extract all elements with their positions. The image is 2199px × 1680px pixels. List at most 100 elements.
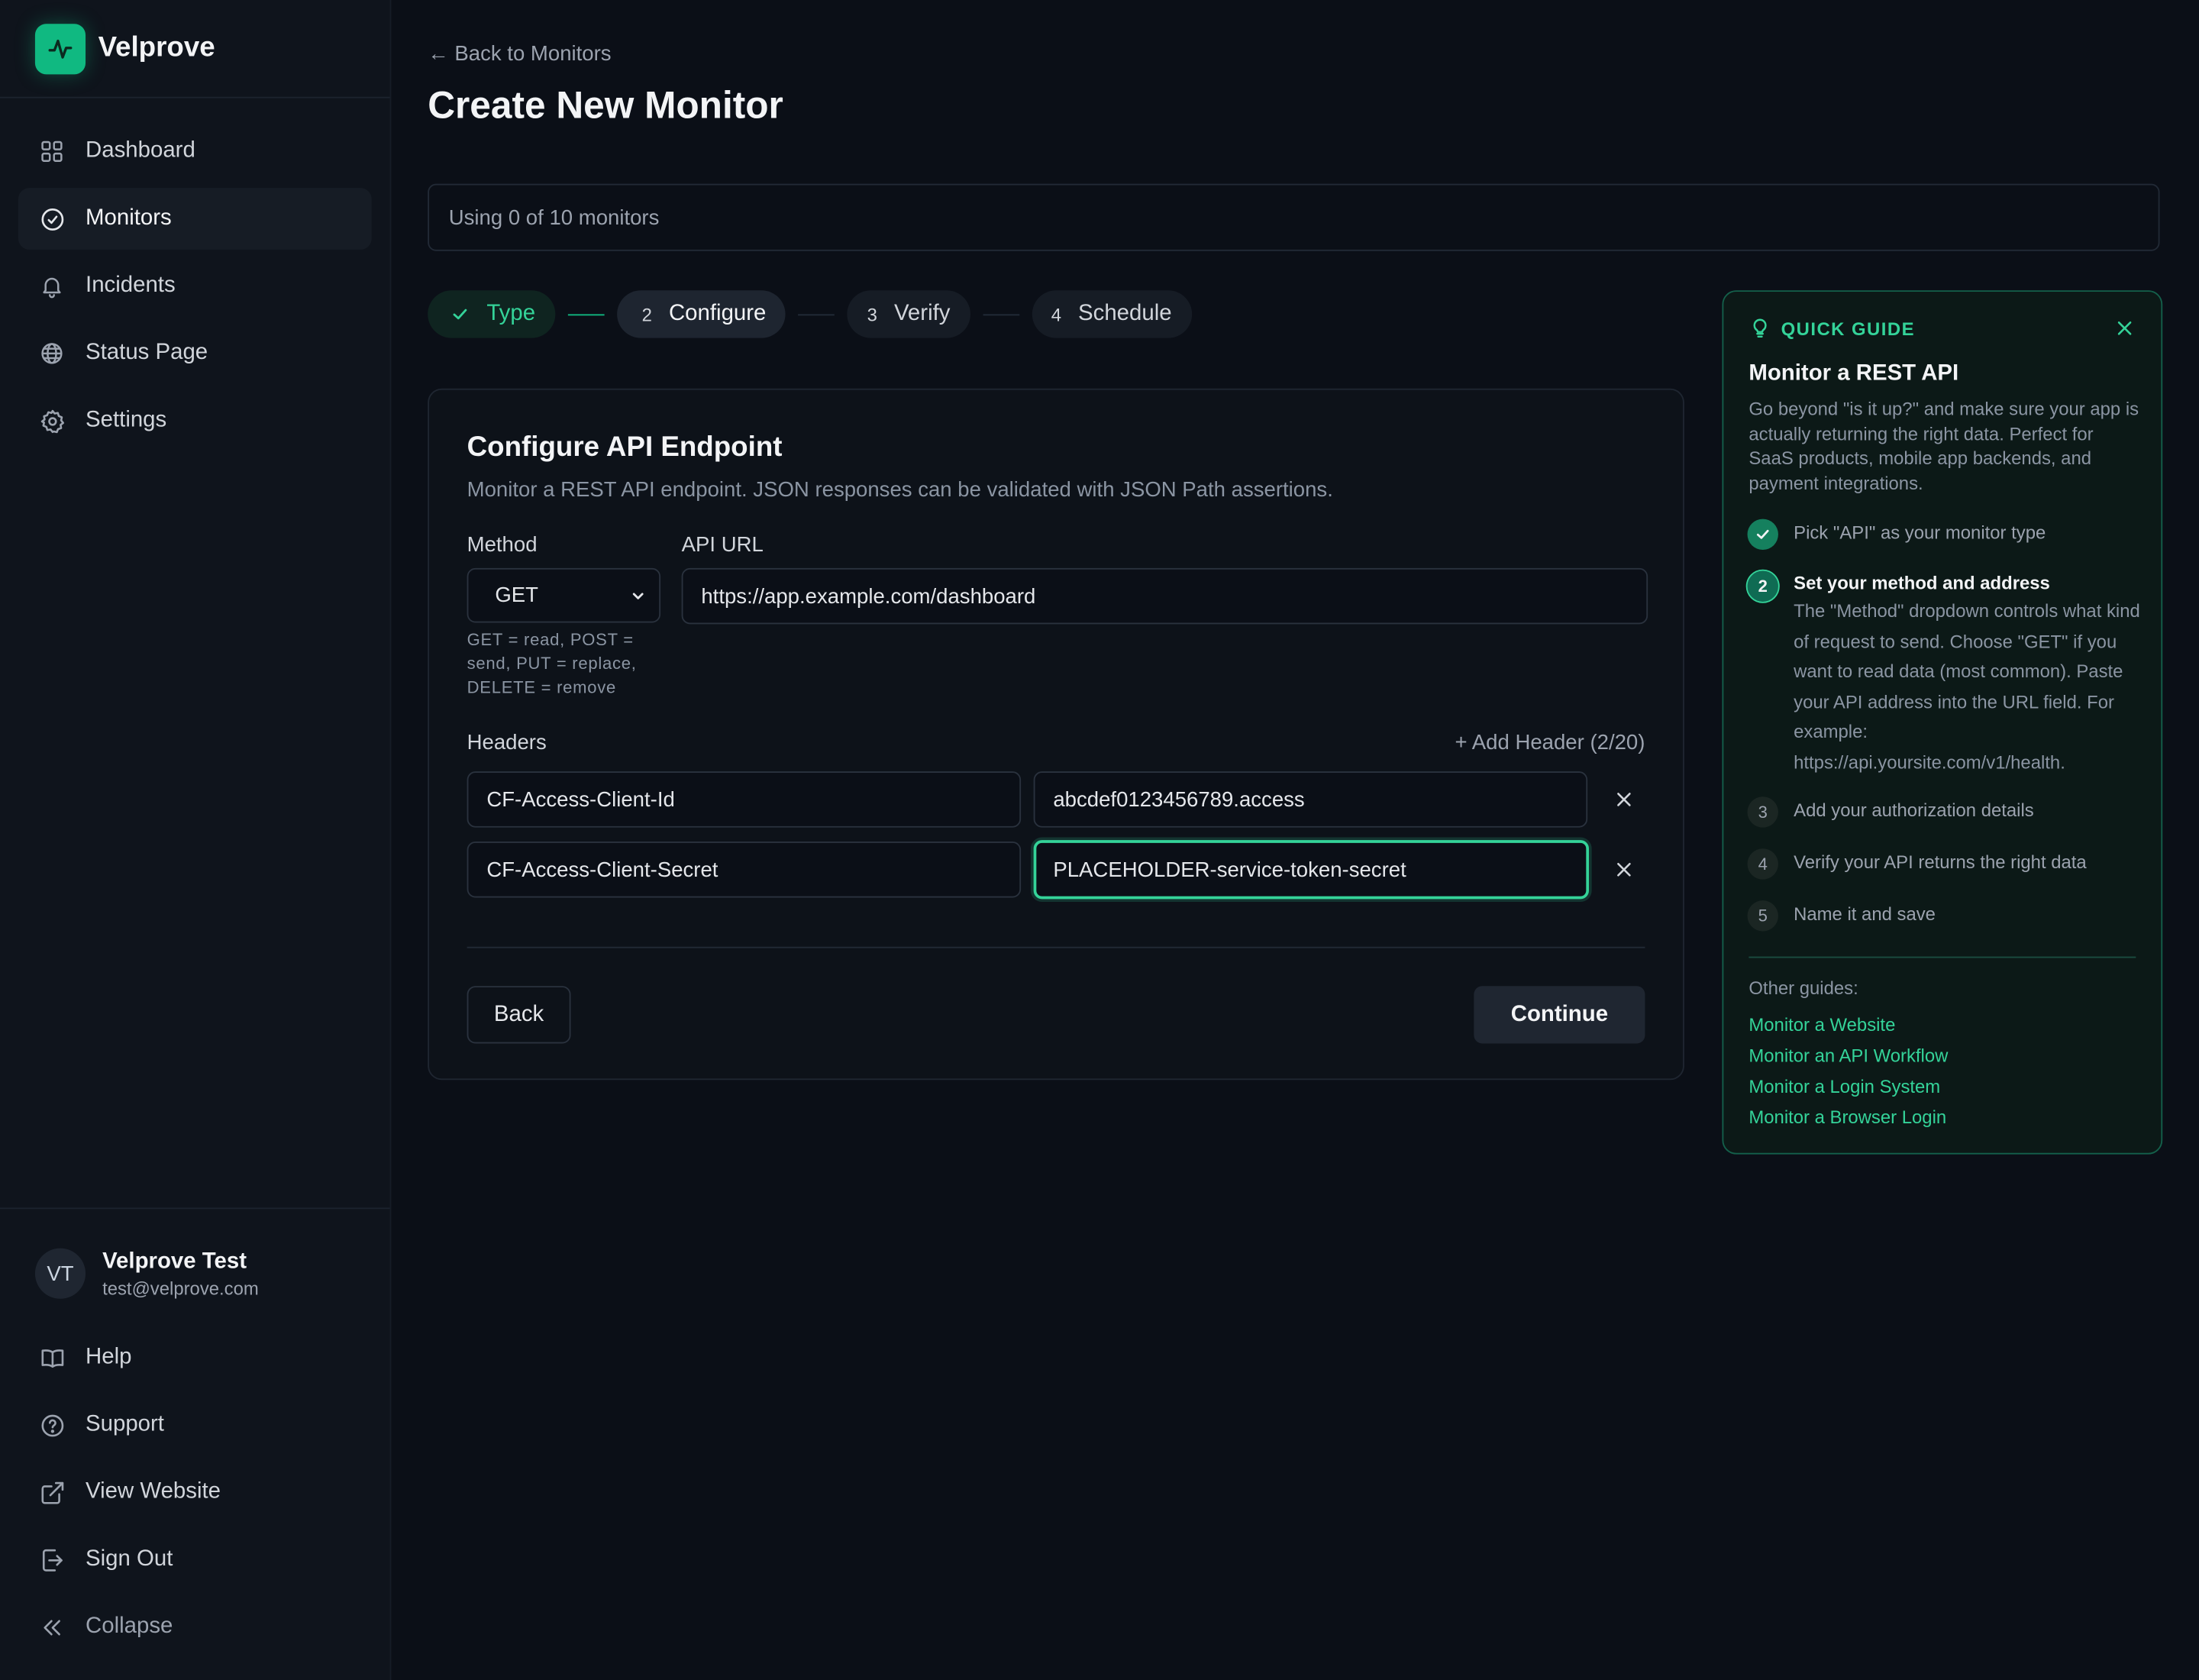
sidebar-item-label: Support	[86, 1412, 164, 1436]
sidebar-item-label: Incidents	[86, 273, 176, 298]
sidebar-item-label: Sign Out	[86, 1546, 173, 1572]
step-number: 4	[1051, 303, 1061, 325]
step-verify[interactable]: 3 Verify	[847, 290, 970, 338]
other-guides-label: Other guides:	[1749, 977, 1858, 999]
remove-header-button[interactable]	[1610, 855, 1639, 884]
guide-step-text: Set your method and address	[1794, 572, 2050, 593]
step-configure[interactable]: 2 Configure	[616, 290, 786, 338]
method-select[interactable]: GET	[467, 567, 661, 623]
step-number: 3	[867, 303, 877, 325]
sidebar-item-sign-out[interactable]: Sign Out	[18, 1529, 372, 1591]
method-hint: GET = read, POST = send, PUT = replace, …	[467, 629, 637, 697]
guide-step-description: The "Method" dropdown controls what kind…	[1794, 600, 2140, 773]
sidebar-item-incidents[interactable]: Incidents	[18, 255, 372, 317]
step-label: Type	[486, 301, 536, 326]
guide-step: 3 Add your authorization details	[1747, 796, 2140, 828]
guide-step: 4 Verify your API returns the right data	[1747, 848, 2140, 880]
guide-step-number: 5	[1747, 900, 1778, 932]
guide-link-login-system[interactable]: Monitor a Login System	[1749, 1076, 1940, 1097]
check-icon	[450, 305, 470, 325]
app-root: Velprove Dashboard Monitors Incidents St…	[0, 0, 2199, 1680]
sidebar-item-label: Dashboard	[86, 138, 195, 163]
sidebar-item-dashboard[interactable]: Dashboard	[18, 121, 372, 183]
add-header-button[interactable]: + Add Header (2/20)	[1455, 731, 1645, 754]
check-circle-icon	[38, 205, 66, 233]
chevron-down-icon	[630, 587, 647, 604]
quick-guide-panel: QUICK GUIDE Monitor a REST API Go beyond…	[1722, 290, 2163, 1155]
user-profile[interactable]: VT Velprove Test test@velprove.com	[18, 1229, 372, 1319]
avatar: VT	[34, 1248, 86, 1299]
divider	[467, 946, 1645, 948]
activity-pulse-icon	[34, 23, 86, 74]
step-number: 2	[641, 303, 652, 325]
continue-button[interactable]: Continue	[1474, 986, 1645, 1044]
header-name-input[interactable]: CF-Access-Client-Id	[467, 771, 1022, 828]
guide-step-text: Add your authorization details	[1794, 799, 2034, 821]
book-icon	[38, 1344, 66, 1372]
sidebar-item-collapse[interactable]: Collapse	[18, 1596, 372, 1658]
close-guide-button[interactable]	[2113, 317, 2136, 339]
card-title: Configure API Endpoint	[467, 431, 783, 464]
sidebar-item-label: Status Page	[86, 341, 208, 365]
close-icon	[1617, 862, 1631, 877]
brand-name: Velprove	[98, 32, 215, 63]
globe-icon	[38, 339, 66, 367]
sidebar-item-label: View Website	[86, 1479, 221, 1504]
api-url-input[interactable]: https://app.example.com/dashboard	[681, 567, 1648, 625]
sidebar-footer: VT Velprove Test test@velprove.com Help …	[0, 1207, 390, 1663]
guide-step: 2 Set your method and address The "Metho…	[1745, 569, 2140, 777]
sidebar-item-view-website[interactable]: View Website	[18, 1462, 372, 1523]
guide-link-api-workflow[interactable]: Monitor an API Workflow	[1749, 1045, 1948, 1066]
brand[interactable]: Velprove	[0, 0, 390, 99]
step-label: Schedule	[1078, 301, 1172, 326]
lightbulb-icon	[1749, 317, 1771, 339]
guide-step-number: 3	[1747, 796, 1778, 828]
step-connector	[567, 313, 605, 315]
sidebar-item-label: Settings	[86, 408, 167, 432]
configure-api-card: Configure API Endpoint Monitor a REST AP…	[428, 388, 1684, 1081]
guide-step-text: Name it and save	[1794, 903, 1936, 925]
remove-header-button[interactable]	[1610, 786, 1639, 814]
sidebar-item-status-page[interactable]: Status Page	[18, 322, 372, 384]
back-to-monitors-link[interactable]: ← Back to Monitors	[428, 42, 611, 66]
step-type[interactable]: Type	[428, 290, 555, 338]
grid-icon	[38, 137, 66, 166]
api-url-label: API URL	[681, 532, 764, 557]
check-icon	[1747, 519, 1778, 550]
sidebar-item-label: Help	[86, 1345, 132, 1369]
sidebar-item-settings[interactable]: Settings	[18, 390, 372, 452]
stepper: Type 2 Configure 3 Verify 4 Schedule	[428, 290, 1192, 338]
page-title: Create New Monitor	[428, 84, 783, 127]
header-value-input[interactable]: abcdef0123456789.access	[1033, 771, 1588, 828]
sidebar-item-label: Monitors	[86, 205, 172, 231]
header-name-input[interactable]: CF-Access-Client-Secret	[467, 842, 1022, 898]
sidebar-item-support[interactable]: Support	[18, 1394, 372, 1456]
divider	[1749, 956, 2136, 958]
step-schedule[interactable]: 4 Schedule	[1031, 290, 1192, 338]
sidebar: Velprove Dashboard Monitors Incidents St…	[0, 0, 392, 1680]
sidebar-item-monitors[interactable]: Monitors	[18, 188, 372, 250]
close-icon	[2117, 321, 2132, 335]
chevrons-left-icon	[38, 1613, 66, 1641]
step-connector	[982, 313, 1019, 315]
back-button[interactable]: Back	[467, 986, 571, 1044]
step-connector	[798, 313, 835, 315]
guide-link-website[interactable]: Monitor a Website	[1749, 1014, 1895, 1035]
headers-label: Headers	[467, 730, 547, 755]
guide-step-text: Pick "API" as your monitor type	[1794, 522, 2046, 543]
sidebar-item-help[interactable]: Help	[18, 1327, 372, 1389]
step-label: Configure	[668, 301, 767, 326]
method-label: Method	[467, 532, 538, 557]
close-icon	[1617, 793, 1631, 806]
gear-icon	[38, 407, 66, 435]
usage-banner: Using 0 of 10 monitors	[428, 183, 2160, 251]
guide-step: 5 Name it and save	[1747, 900, 2140, 932]
guide-step-text: Verify your API returns the right data	[1794, 851, 2087, 873]
guide-description: Go beyond "is it up?" and make sure your…	[1749, 398, 2139, 493]
guide-link-browser-login[interactable]: Monitor a Browser Login	[1749, 1107, 1946, 1128]
bell-icon	[38, 272, 66, 300]
guide-title: Monitor a REST API	[1749, 361, 1959, 386]
user-name: Velprove Test	[102, 1249, 247, 1273]
sign-out-icon	[38, 1546, 66, 1574]
header-value-input[interactable]: PLACEHOLDER-service-token-secret	[1033, 840, 1589, 900]
